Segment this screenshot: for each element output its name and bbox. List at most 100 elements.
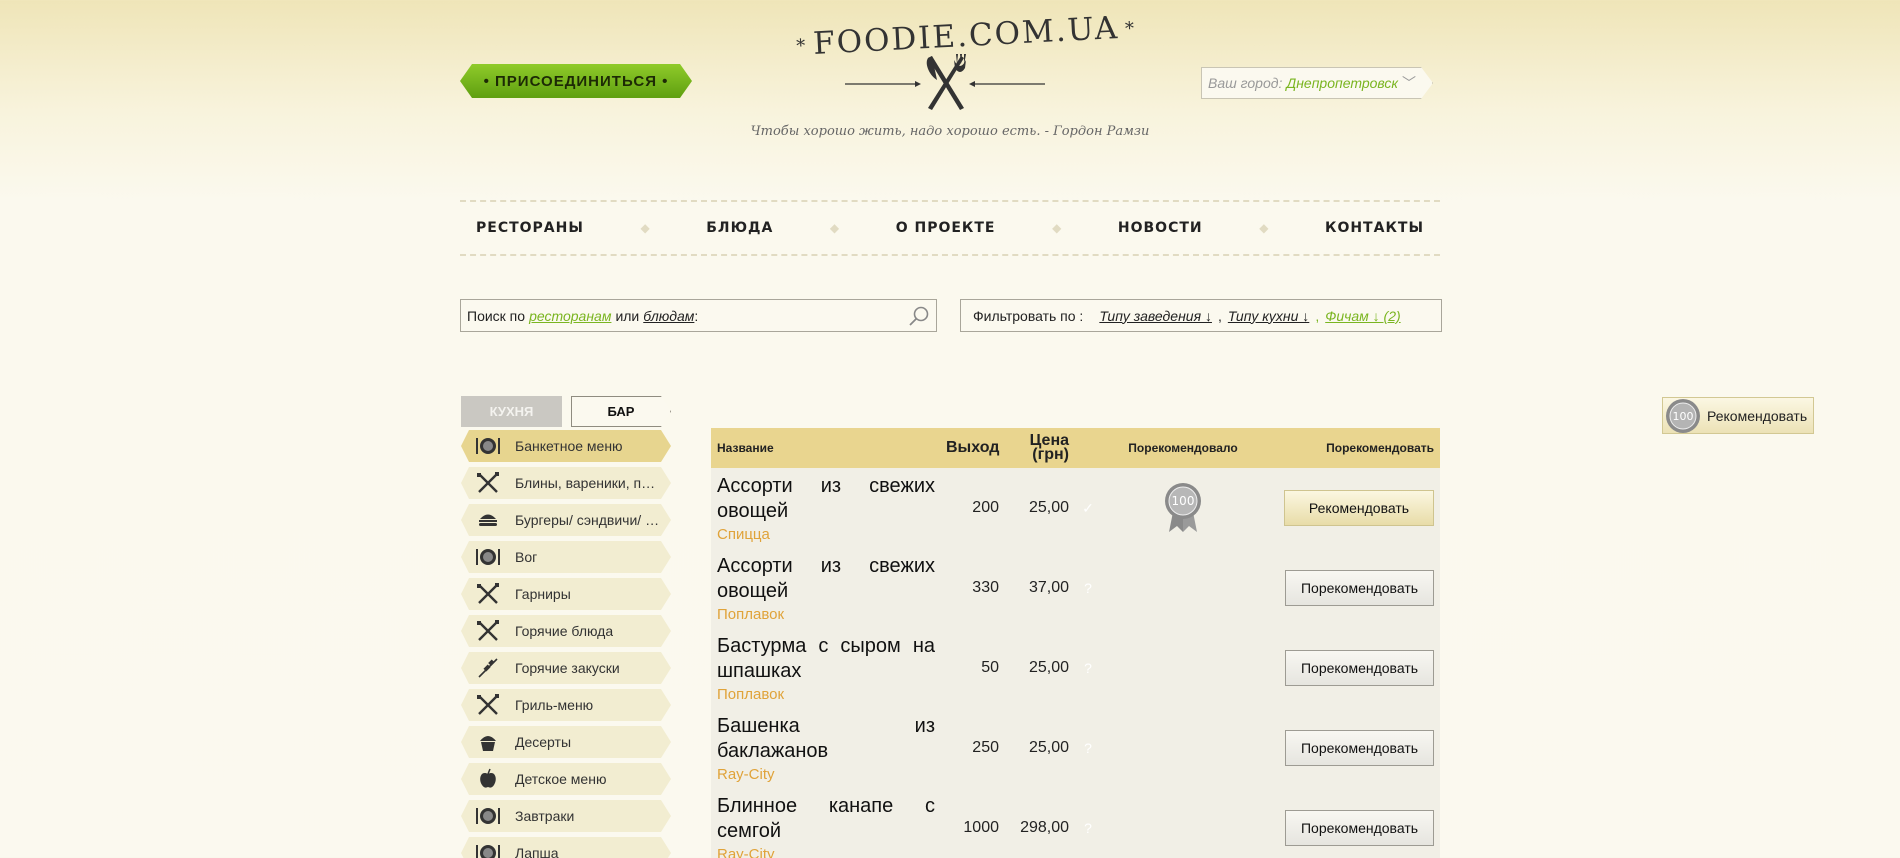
nav-about[interactable]: О ПРОЕКТЕ <box>896 220 996 236</box>
sidebar-category-label: Горячие закуски <box>515 660 620 676</box>
dish-restaurant[interactable]: Поплавок <box>717 606 935 623</box>
dish-output: 250 <box>972 739 999 756</box>
dish-price: 25,00 <box>1028 499 1069 516</box>
recommend-button[interactable]: Порекомендовать <box>1285 810 1434 846</box>
category-list: Банкетное меню Блины, вареники, пельмени Б… <box>461 430 671 858</box>
search-input[interactable]: Поиск по ресторанам или блюдам: <box>460 299 937 332</box>
sidebar-category-item[interactable]: Бургеры/ сэндвичи/ роллы <box>461 504 671 536</box>
sidebar-category-label: Лапша <box>515 845 559 858</box>
search-restaurants-link[interactable]: ресторанам <box>529 308 611 324</box>
dish-output: 200 <box>972 499 999 516</box>
search-icon[interactable] <box>908 305 930 327</box>
sidebar-category-item[interactable]: Горячие закуски <box>461 652 671 684</box>
nav-restaurants[interactable]: РЕСТОРАНЫ <box>476 220 584 236</box>
badge-100-icon: 100 <box>1165 483 1201 532</box>
dish-restaurant[interactable]: Ray-City <box>717 766 935 783</box>
sidebar-category-label: Горячие блюда <box>515 623 614 639</box>
plate-icon <box>475 545 501 569</box>
sidebar-category-item[interactable]: Гриль-меню <box>461 689 671 721</box>
recommend-button[interactable]: Порекомендовать <box>1285 570 1434 606</box>
nav-separator: ◆ <box>640 221 650 235</box>
logo-star-right: * <box>1124 18 1137 40</box>
tab-bar[interactable]: БАР <box>571 396 671 427</box>
sidebar-category-label: Банкетное меню <box>515 438 623 454</box>
sidebar-category-item[interactable]: Вог <box>461 541 671 573</box>
sidebar-category-label: Вог <box>515 549 538 565</box>
header-price: Цена (грн) <box>1003 433 1073 463</box>
sidebar-category-label: Блины, вареники, пельмени <box>515 475 661 491</box>
utensils-icon <box>475 693 501 717</box>
sidebar-category-label: Бургеры/ сэндвичи/ роллы <box>515 512 661 528</box>
recommend-button[interactable]: Рекомендовать <box>1284 490 1434 526</box>
sidebar-category-label: Гарниры <box>515 586 571 602</box>
dish-output: 50 <box>981 659 999 676</box>
nav-contacts[interactable]: КОНТАКТЫ <box>1325 220 1424 236</box>
fork-knife-icon <box>845 54 1045 110</box>
main-nav: РЕСТОРАНЫ ◆ БЛЮДА ◆ О ПРОЕКТЕ ◆ НОВОСТИ … <box>460 200 1440 256</box>
check-mark: ? <box>1084 740 1092 756</box>
sidebar-category-item[interactable]: Блины, вареники, пельмени <box>461 467 671 499</box>
header-name: Название <box>717 441 774 455</box>
row-badge-text: 100 <box>1172 494 1195 508</box>
burger-icon <box>475 508 501 532</box>
utensils-icon <box>475 582 501 606</box>
utensils-icon <box>475 619 501 643</box>
sidebar-category-item[interactable]: Банкетное меню <box>461 430 671 462</box>
dish-name[interactable]: Ассорти из свежих овощей <box>717 474 935 524</box>
filter-venue-type[interactable]: Типу заведения ↓ <box>1099 308 1212 324</box>
dish-price: 25,00 <box>1028 739 1069 756</box>
sidebar-category-item[interactable]: Десерты <box>461 726 671 758</box>
logo-star-left: * <box>795 35 808 57</box>
recommend-cell: Порекомендовать <box>1263 570 1440 606</box>
site-logo[interactable]: * FOODIE.COM.UA * <box>790 10 1137 113</box>
sidebar-category-label: Гриль-меню <box>515 697 594 713</box>
sidebar-category-label: Десерты <box>515 734 572 750</box>
nav-separator: ◆ <box>1052 221 1062 235</box>
sidebar-category-item[interactable]: Гарниры <box>461 578 671 610</box>
dish-name[interactable]: Башенка из баклажанов <box>717 714 935 764</box>
apple-icon <box>475 767 501 791</box>
header-price-line2: (грн) <box>1032 446 1069 463</box>
dish-restaurant[interactable]: Спицца <box>717 526 935 543</box>
recommend-button[interactable]: Порекомендовать <box>1285 730 1434 766</box>
sidebar-category-label: Завтраки <box>515 808 575 824</box>
plate-icon <box>475 434 501 458</box>
join-button[interactable]: • ПРИСОЕДИНИТЬСЯ • <box>460 64 692 98</box>
dish-cell: Ассорти из свежих овощей Поплавок <box>711 554 941 623</box>
city-value: Днепропетровск <box>1286 75 1399 91</box>
recommend-button[interactable]: Порекомендовать <box>1285 650 1434 686</box>
sidebar-category-item[interactable]: Горячие блюда <box>461 615 671 647</box>
filter-cuisine-type[interactable]: Типу кухни ↓ <box>1228 308 1309 324</box>
dish-restaurant[interactable]: Ray-City <box>717 846 935 858</box>
table-body: Ассорти из свежих овощей Спицца 200 25,00 ✓ 1… <box>711 468 1440 858</box>
check-mark: ? <box>1084 660 1092 676</box>
dish-name[interactable]: Блинное канапе с семгой <box>717 794 935 844</box>
dish-name[interactable]: Ассорти из свежих овощей <box>717 554 935 604</box>
city-selector[interactable]: Ваш город: Днепропетровск ﹀ <box>1201 67 1433 99</box>
filter-bar: Фильтровать по : Типу заведения ↓ , Типу… <box>960 299 1442 332</box>
dish-name[interactable]: Бастурма с сыром на шпашках <box>717 634 935 684</box>
sidebar-category-label: Детское меню <box>515 771 607 787</box>
nav-dishes[interactable]: БЛЮДА <box>706 220 773 236</box>
search-or: или <box>615 307 640 324</box>
nav-news[interactable]: НОВОСТИ <box>1118 220 1203 236</box>
search-suffix: : <box>694 307 699 324</box>
recommend-cell: Порекомендовать <box>1263 730 1440 766</box>
city-label: Ваш город: <box>1208 75 1283 91</box>
sidebar-category-item[interactable]: Лапша <box>461 837 671 858</box>
dish-price: 298,00 <box>1020 819 1069 836</box>
skewer-icon <box>475 656 501 680</box>
badge-100-icon: 100 <box>1666 398 1700 433</box>
search-dishes-link[interactable]: блюдам <box>643 308 694 324</box>
tab-kitchen[interactable]: КУХНЯ <box>461 396 562 427</box>
recommend-cell: Порекомендовать <box>1263 650 1440 686</box>
filter-features[interactable]: Фичам ↓ (2) <box>1325 308 1400 324</box>
dish-output: 330 <box>972 579 999 596</box>
sidebar-category-item[interactable]: Детское меню <box>461 763 671 795</box>
plate-icon <box>475 841 501 858</box>
sidebar-category-item[interactable]: Завтраки <box>461 800 671 832</box>
dish-restaurant[interactable]: Поплавок <box>717 686 935 703</box>
header-output: Выход <box>946 439 1000 456</box>
tagline: Чтобы хорошо жить, надо хорошо есть. - Г… <box>750 124 1150 139</box>
floating-recommend-button[interactable]: 100 Рекомендовать <box>1662 397 1814 434</box>
